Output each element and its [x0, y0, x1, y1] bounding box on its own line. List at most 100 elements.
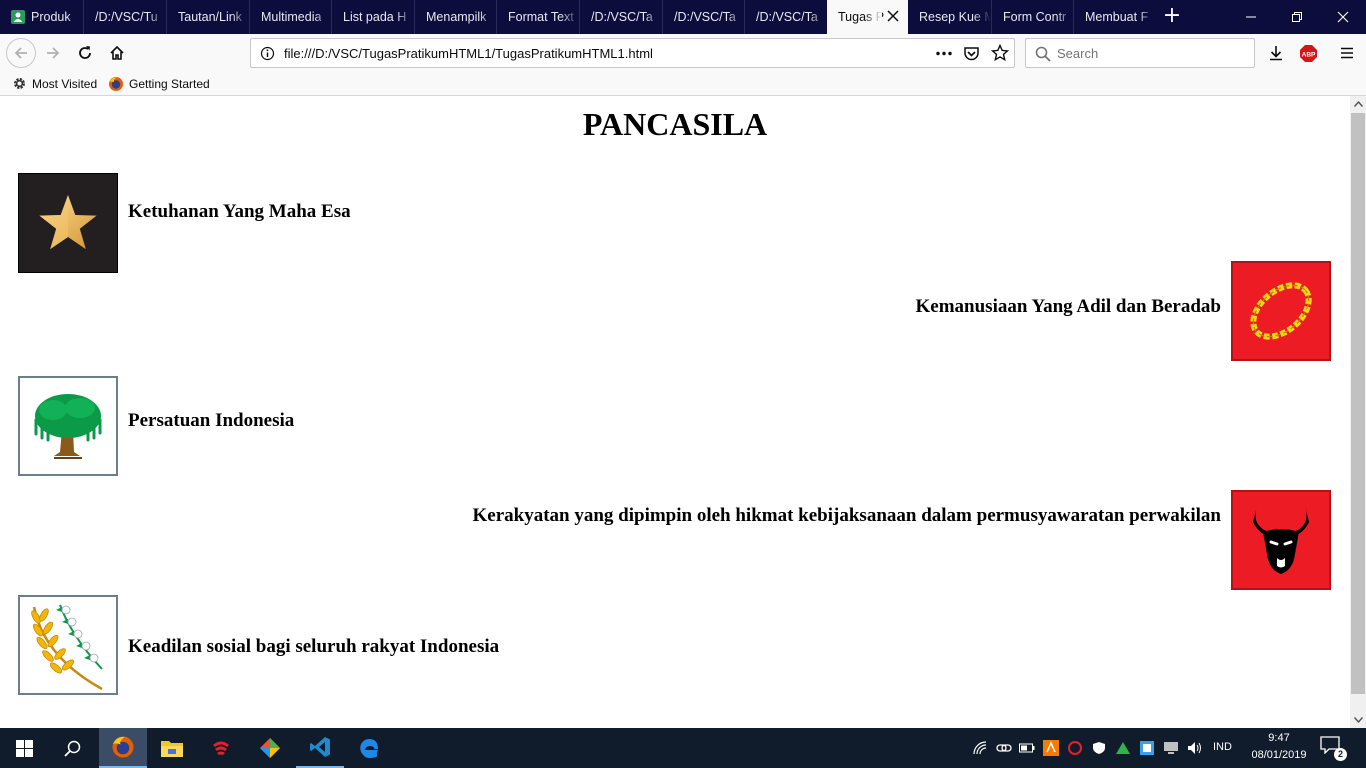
- tab-tugas-active[interactable]: Tugas P: [827, 0, 908, 34]
- edge-icon: [360, 739, 378, 758]
- bull-head-icon: [1233, 492, 1329, 588]
- search-placeholder: Search: [1057, 46, 1099, 61]
- tray-security[interactable]: [1091, 740, 1107, 756]
- taskbar-edge[interactable]: [345, 728, 393, 768]
- restore-icon: [1292, 12, 1302, 22]
- orange-app-icon: [1043, 740, 1059, 756]
- page-viewport: PANCASILA Ketuhanan Yang Maha Esa Kemanu…: [0, 96, 1350, 728]
- tab-list[interactable]: List pada H: [331, 0, 414, 34]
- bookmark-star-icon[interactable]: [991, 44, 1009, 62]
- forward-button[interactable]: [39, 39, 67, 67]
- reload-icon: [79, 46, 91, 59]
- home-icon: [110, 45, 124, 60]
- tray-blue-app[interactable]: [1139, 740, 1155, 756]
- tab-format-text[interactable]: Format Text: [496, 0, 579, 34]
- tray-volume[interactable]: [1187, 740, 1203, 756]
- info-icon[interactable]: [260, 46, 275, 61]
- tray-language[interactable]: IND: [1213, 741, 1232, 753]
- sila-1-text: Ketuhanan Yang Maha Esa: [128, 201, 351, 222]
- tab-resep-kue[interactable]: Resep Kue M: [908, 0, 991, 34]
- taskbar-search-button[interactable]: [48, 728, 96, 768]
- windows-taskbar: IND 9:47 08/01/2019 2: [0, 728, 1366, 768]
- vertical-scrollbar[interactable]: [1350, 96, 1366, 728]
- taskbar-file-explorer[interactable]: [148, 728, 196, 768]
- back-button[interactable]: [6, 38, 36, 68]
- bookmark-most-visited[interactable]: Most Visited: [12, 76, 97, 91]
- firefox-icon: [112, 736, 134, 758]
- close-window-button[interactable]: [1320, 0, 1366, 34]
- url-text[interactable]: file:///D:/VSC/TugasPratikumHTML1/TugasP…: [284, 46, 653, 61]
- restore-button[interactable]: [1274, 0, 1320, 34]
- scroll-thumb[interactable]: [1351, 113, 1365, 694]
- tab-membuat[interactable]: Membuat F: [1073, 0, 1156, 34]
- firefox-icon: [109, 77, 123, 91]
- tab-label: Menampilk: [426, 10, 487, 24]
- hamburger-menu-icon: [1341, 47, 1353, 59]
- clock-time[interactable]: 9:47: [1249, 732, 1309, 744]
- close-tab-icon[interactable]: [886, 9, 900, 23]
- home-button[interactable]: [103, 39, 131, 67]
- scroll-up-button[interactable]: [1350, 96, 1366, 112]
- tab-vsc-2[interactable]: /D:/VSC/Ta: [579, 0, 662, 34]
- tab-form-control[interactable]: Form Contr: [991, 0, 1074, 34]
- bookmarks-toolbar: Most Visited Getting Started: [0, 72, 1366, 96]
- back-arrow-icon: [14, 47, 27, 59]
- tab-vsc-1[interactable]: /D:/VSC/Tu: [83, 0, 166, 34]
- taskbar-git-kraken[interactable]: [246, 728, 294, 768]
- scroll-down-button[interactable]: [1350, 712, 1366, 728]
- tray-network[interactable]: [972, 740, 988, 756]
- tab-menampilkan[interactable]: Menampilk: [414, 0, 497, 34]
- link-icon: [996, 744, 1012, 752]
- close-icon: [1337, 11, 1349, 23]
- taskbar-firefox[interactable]: [99, 728, 147, 768]
- vscode-icon: [310, 737, 330, 757]
- tab-vsc-4[interactable]: /D:/VSC/Ta: [744, 0, 827, 34]
- bookmark-label: Getting Started: [129, 77, 210, 91]
- sila-2-image: [1231, 261, 1331, 361]
- sila-1-image: [18, 173, 118, 273]
- downloads-button[interactable]: [1262, 39, 1290, 67]
- tab-vsc-3[interactable]: /D:/VSC/Ta: [662, 0, 745, 34]
- tray-garena[interactable]: [1067, 740, 1083, 756]
- notification-count-badge: 2: [1334, 748, 1347, 761]
- monitor-icon: [1164, 742, 1178, 754]
- page-actions-icon[interactable]: [935, 46, 953, 61]
- sila-4-image: [1231, 490, 1331, 590]
- volume-icon: [1188, 742, 1201, 754]
- tab-produk[interactable]: Produk: [0, 0, 85, 34]
- chevron-up-icon: [1353, 101, 1363, 107]
- tray-link[interactable]: [996, 740, 1012, 756]
- sila-5-image: [18, 595, 118, 695]
- adblock-plus-icon: ABP: [1299, 44, 1317, 62]
- taskbar-vscode[interactable]: [296, 728, 344, 768]
- tray-display[interactable]: [1163, 740, 1179, 756]
- taskbar-garena[interactable]: [197, 728, 245, 768]
- new-tab-button[interactable]: +: [1159, 5, 1185, 28]
- abp-label: ABP: [1301, 51, 1315, 58]
- reload-button[interactable]: [71, 39, 99, 67]
- blue-app-icon: [1140, 741, 1154, 755]
- pocket-icon[interactable]: [963, 45, 980, 62]
- menu-button[interactable]: [1333, 39, 1361, 67]
- search-input[interactable]: Search: [1025, 38, 1255, 68]
- start-button[interactable]: [0, 728, 48, 768]
- tray-orange-app[interactable]: [1043, 740, 1059, 756]
- search-icon: [1035, 46, 1051, 62]
- search-icon: [63, 740, 80, 757]
- minimize-button[interactable]: [1228, 0, 1274, 34]
- forward-arrow-icon: [47, 47, 60, 59]
- gear-icon: [13, 77, 26, 90]
- tab-tautan[interactable]: Tautan/Link: [166, 0, 249, 34]
- banyan-tree-icon: [20, 378, 116, 474]
- clock-date[interactable]: 08/01/2019: [1249, 749, 1309, 761]
- tab-multimedia[interactable]: Multimedia: [249, 0, 332, 34]
- star-icon: [19, 174, 117, 272]
- bookmark-getting-started[interactable]: Getting Started: [108, 76, 210, 92]
- url-bar[interactable]: file:///D:/VSC/TugasPratikumHTML1/TugasP…: [250, 38, 1015, 68]
- rice-cotton-icon: [20, 597, 116, 693]
- adblock-plus-button[interactable]: ABP: [1294, 39, 1322, 67]
- tray-battery[interactable]: [1019, 740, 1035, 756]
- tray-green-app[interactable]: [1115, 740, 1131, 756]
- sila-4-text: Kerakyatan yang dipimpin oleh hikmat keb…: [472, 505, 1221, 526]
- folder-icon: [161, 741, 183, 757]
